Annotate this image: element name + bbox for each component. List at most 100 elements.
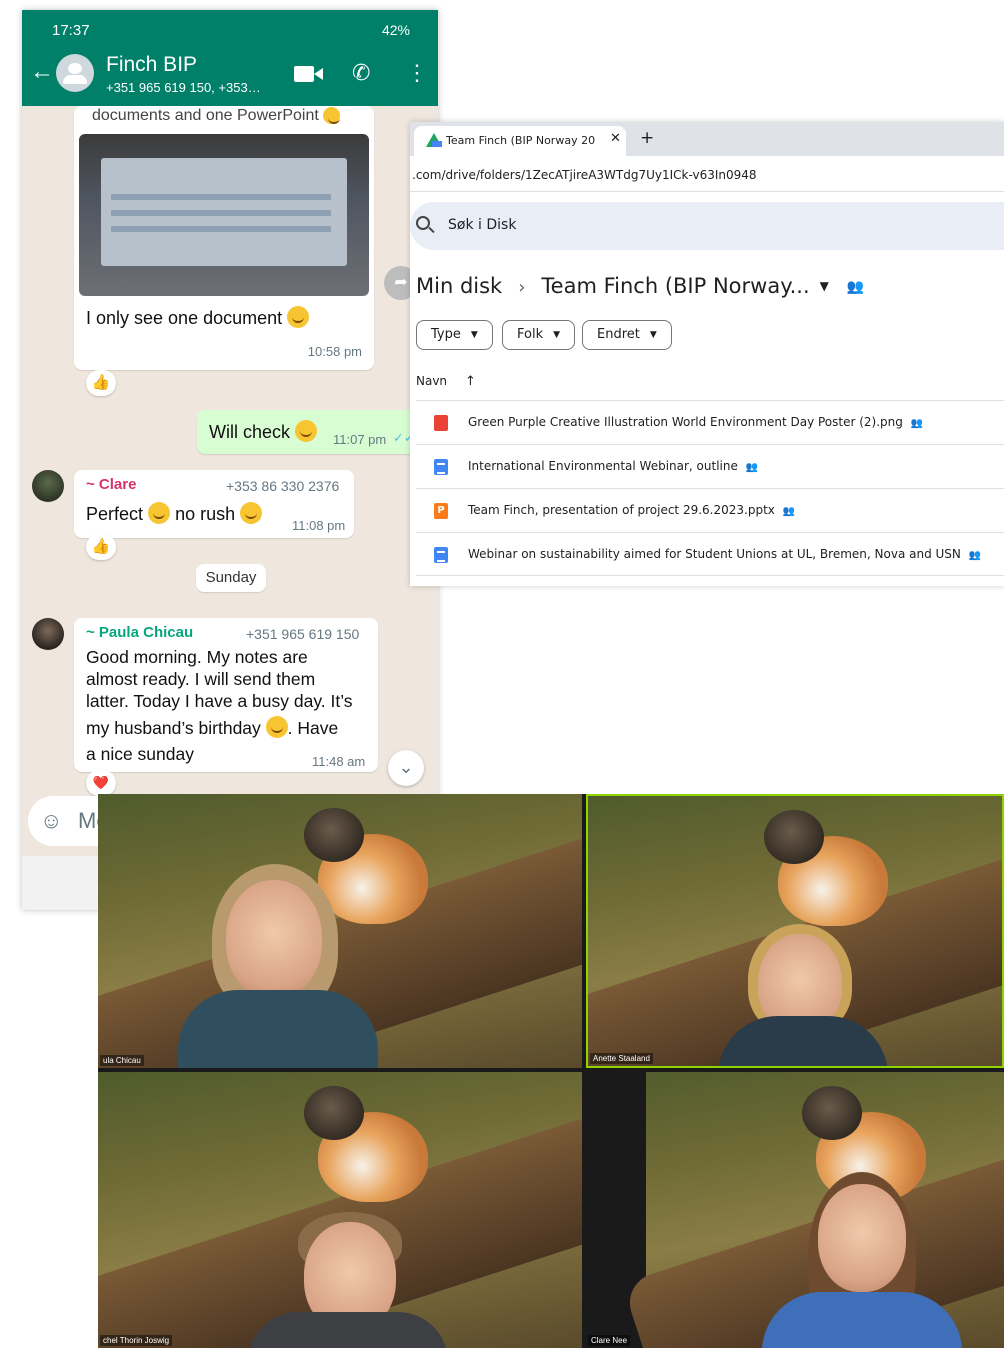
shared-icon: 👥 — [782, 506, 796, 517]
shared-icon: 👥 — [968, 550, 982, 561]
filter-people-button[interactable]: Folk ▼ — [502, 320, 576, 350]
scroll-down-icon[interactable]: ⌄ — [388, 750, 424, 786]
address-bar[interactable]: .com/drive/folders/1ZecATjireA3WTdg7Uy1I… — [410, 156, 1004, 192]
sender-name[interactable]: ~ Clare — [86, 476, 136, 493]
message-text: Perfect — [86, 504, 144, 524]
participant-tile[interactable]: chel Thorin Joswig — [98, 1072, 582, 1348]
back-arrow-icon[interactable]: ← — [30, 60, 54, 84]
chat-title[interactable]: Finch BIP — [106, 53, 197, 77]
name-column-header[interactable]: Navn ↑ — [416, 374, 476, 389]
group-avatar[interactable] — [56, 54, 94, 92]
participant-tile[interactable]: Clare Nee — [586, 1072, 1004, 1348]
message-line: my husband’s birthday — [86, 718, 261, 738]
chevron-down-icon: ▼ — [470, 330, 478, 340]
photo-caption: documents and one PowerPoint — [92, 107, 319, 124]
smile-emoji-icon — [323, 107, 341, 124]
file-name: International Environmental Webinar, out… — [468, 459, 738, 473]
heart-reaction[interactable]: ❤️ — [86, 770, 116, 796]
shared-icon: 👥 — [745, 462, 759, 473]
incoming-message[interactable]: ~ Paula Chicau +351 965 619 150 Good mor… — [74, 618, 378, 772]
filter-modified-button[interactable]: Endret ▼ — [582, 320, 672, 350]
close-tab-icon[interactable]: ✕ — [610, 131, 621, 146]
participant-video — [818, 1184, 906, 1292]
filter-label: Type — [431, 327, 461, 342]
photo-message[interactable]: documents and one PowerPoint I only see … — [74, 106, 374, 370]
shared-folder-icon: 👥 — [846, 279, 865, 295]
new-tab-icon[interactable]: + — [640, 128, 654, 148]
message-text: I only see one document — [86, 308, 283, 328]
message-line: almost ready. I will send them — [86, 669, 316, 689]
bird-image — [764, 810, 824, 864]
breadcrumb-current[interactable]: Team Finch (BIP Norway... — [541, 274, 809, 298]
shared-icon: 👥 — [910, 418, 924, 429]
thumbs-up-reaction[interactable]: 👍 — [86, 370, 116, 396]
chat-header: 17:37 42% ← Finch BIP +351 965 619 150, … — [22, 10, 438, 106]
message-line: . Have — [287, 718, 339, 738]
video-call-icon[interactable] — [294, 66, 323, 82]
attached-photo[interactable] — [79, 134, 369, 296]
incoming-message[interactable]: ~ Clare +353 86 330 2376 Perfect no rush… — [74, 470, 354, 538]
file-row[interactable]: P Team Finch, presentation of project 29… — [416, 488, 1004, 532]
sort-ascending-icon[interactable]: ↑ — [465, 374, 476, 389]
message-text: no rush — [175, 504, 236, 524]
photo-row — [111, 194, 331, 200]
filter-type-button[interactable]: Type ▼ — [416, 320, 493, 350]
browser-tab[interactable]: Team Finch (BIP Norway 2023) ✕ — [414, 126, 626, 156]
column-label: Navn — [416, 374, 448, 388]
participant-name: chel Thorin Joswig — [100, 1335, 173, 1346]
chat-members[interactable]: +351 965 619 150, +353… — [106, 80, 261, 95]
file-row[interactable]: Webinar on sustainability aimed for Stud… — [416, 532, 1004, 576]
chat-messages: documents and one PowerPoint I only see … — [22, 106, 438, 796]
smile-emoji-icon — [287, 306, 310, 328]
search-icon[interactable] — [416, 216, 430, 230]
outgoing-message[interactable]: Will check 11:07 pm ✓✓ — [197, 410, 417, 454]
file-row[interactable]: International Environmental Webinar, out… — [416, 444, 1004, 488]
filter-label: Endret — [597, 327, 640, 342]
relieved-emoji-icon — [265, 716, 288, 738]
file-name: Team Finch, presentation of project 29.6… — [468, 503, 775, 517]
message-line: latter. Today I have a busy day. It’s — [86, 691, 353, 711]
slides-file-icon: P — [434, 503, 448, 519]
chevron-down-icon[interactable]: ▼ — [820, 279, 829, 293]
status-time: 17:37 — [52, 22, 90, 39]
voice-call-icon[interactable]: ✆ — [352, 60, 370, 86]
thumbs-up-reaction[interactable]: 👍 — [86, 534, 116, 560]
whatsapp-phone-screenshot: 17:37 42% ← Finch BIP +351 965 619 150, … — [22, 10, 438, 910]
message-time: 10:58 pm — [307, 344, 362, 359]
battery-status: 42% — [381, 22, 410, 38]
breadcrumb-root[interactable]: Min disk — [416, 274, 502, 298]
participant-name: Clare Nee — [588, 1335, 631, 1346]
chevron-right-icon: › — [518, 277, 526, 298]
url-text[interactable]: .com/drive/folders/1ZecATjireA3WTdg7Uy1I… — [412, 168, 757, 182]
google-drive-icon — [426, 133, 442, 147]
filter-label: Folk — [517, 327, 544, 342]
sender-phone: +353 86 330 2376 — [226, 478, 340, 494]
participant-video — [178, 990, 378, 1068]
emoji-picker-icon[interactable]: ☺ — [40, 808, 62, 834]
bird-image — [802, 1086, 862, 1140]
file-name: Green Purple Creative Illustration World… — [468, 415, 903, 429]
participant-video — [762, 1292, 962, 1348]
message-text: Will check — [209, 422, 291, 442]
avatar[interactable] — [32, 618, 64, 650]
image-file-icon — [434, 415, 448, 431]
date-divider: Sunday — [196, 564, 266, 592]
photo-row — [111, 210, 331, 216]
message-time: 11:48 am — [312, 754, 366, 769]
avatar[interactable] — [32, 470, 64, 502]
participant-tile-active-speaker[interactable]: Anette Staaland — [586, 794, 1004, 1068]
bird-image — [304, 1086, 364, 1140]
more-options-icon[interactable]: ⋮ — [406, 62, 428, 84]
docs-file-icon — [434, 547, 448, 563]
sender-name[interactable]: ~ Paula Chicau — [86, 624, 193, 641]
search-input[interactable]: Søk i Disk — [410, 202, 1004, 250]
bird-image — [304, 808, 364, 862]
smile-emoji-icon — [240, 502, 263, 524]
participant-video — [226, 880, 322, 998]
chevron-down-icon: ▼ — [553, 330, 561, 340]
google-drive-window: Team Finch (BIP Norway 2023) ✕ + .com/dr… — [410, 122, 1004, 586]
participant-tile[interactable]: ula Chicau — [98, 794, 582, 1068]
participant-name: Anette Staaland — [590, 1053, 653, 1064]
file-row[interactable]: Green Purple Creative Illustration World… — [416, 400, 1004, 444]
search-placeholder: Søk i Disk — [448, 217, 517, 233]
